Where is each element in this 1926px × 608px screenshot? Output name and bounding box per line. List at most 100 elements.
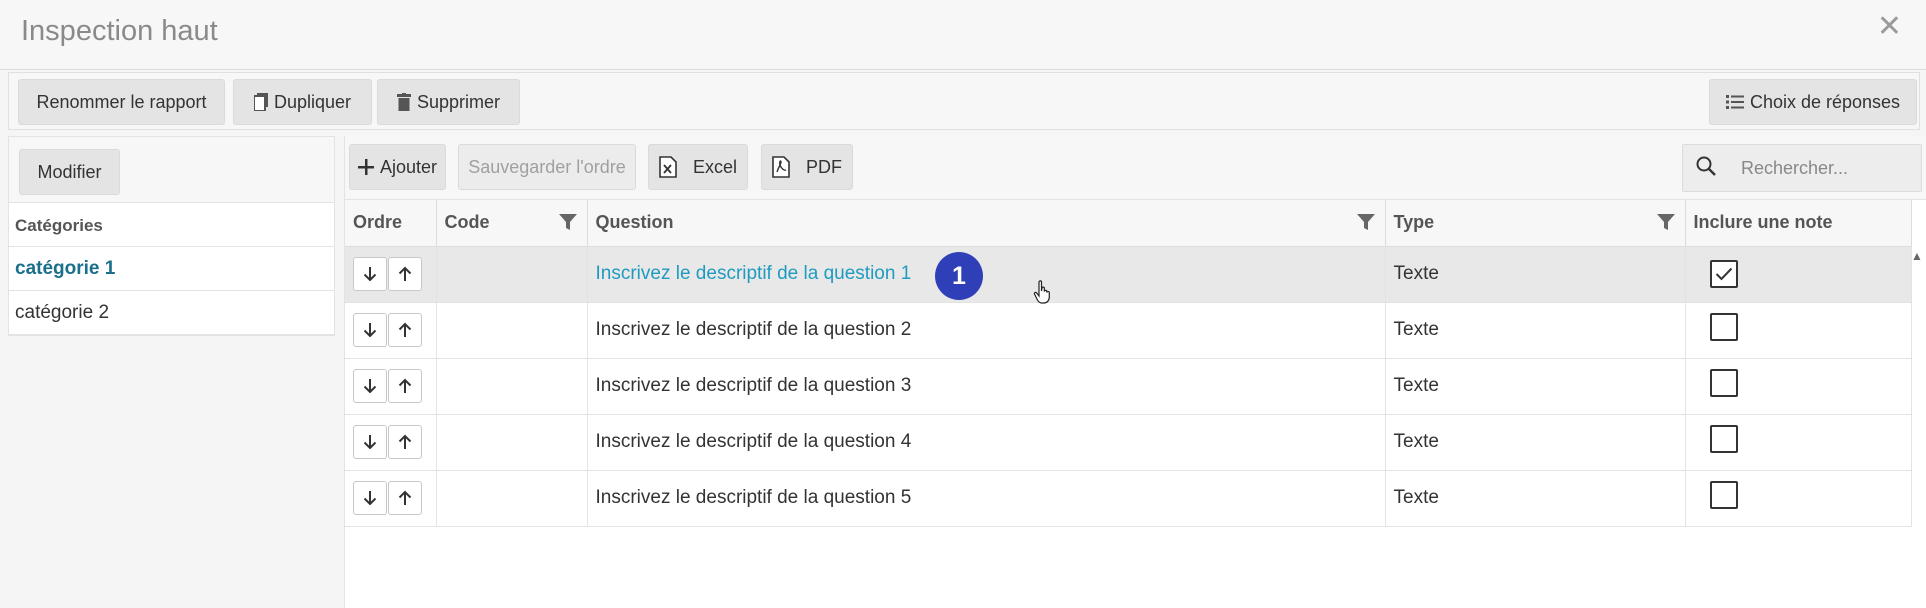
- table-row[interactable]: Inscrivez le descriptif de la question 4…: [345, 414, 1912, 471]
- add-button[interactable]: Ajouter: [349, 144, 446, 190]
- move-up-button[interactable]: [388, 425, 422, 459]
- delete-label: Supprimer: [416, 91, 501, 112]
- include-note-cell: [1685, 358, 1912, 415]
- modify-button[interactable]: Modifier: [19, 149, 120, 195]
- include-note-checkbox[interactable]: [1709, 481, 1738, 509]
- plus-icon: [357, 159, 374, 175]
- check-icon: [1715, 267, 1732, 281]
- table-row[interactable]: Inscrivez le descriptif de la question 5…: [345, 470, 1912, 527]
- order-cell: [345, 414, 437, 471]
- filter-icon[interactable]: [1656, 213, 1675, 236]
- arrow-down-icon: [363, 379, 377, 394]
- include-note-cell: [1685, 470, 1912, 527]
- close-icon[interactable]: ✕: [1877, 12, 1902, 42]
- dialog-title: Inspection haut: [21, 15, 218, 47]
- include-note-checkbox[interactable]: [1709, 425, 1738, 453]
- duplicate-button[interactable]: Dupliquer: [233, 79, 372, 125]
- order-cell: [345, 246, 437, 303]
- include-note-checkbox[interactable]: [1709, 260, 1738, 288]
- move-down-button[interactable]: [353, 425, 387, 459]
- pdf-label: PDF: [806, 156, 842, 177]
- category-item[interactable]: catégorie 2: [9, 291, 334, 335]
- table-row[interactable]: Inscrivez le descriptif de la question 1…: [345, 246, 1912, 303]
- filter-icon[interactable]: [558, 213, 577, 236]
- arrow-down-icon: [363, 491, 377, 506]
- search-input[interactable]: [1741, 157, 1911, 179]
- move-down-button[interactable]: [353, 481, 387, 515]
- search-icon: [1695, 155, 1717, 182]
- order-cell: [345, 302, 437, 359]
- order-cell: [345, 358, 437, 415]
- code-cell: [436, 470, 588, 527]
- move-down-button[interactable]: [353, 257, 387, 291]
- category-label: catégorie 1: [15, 258, 116, 279]
- column-header-code[interactable]: Code: [436, 200, 588, 247]
- include-note-checkbox[interactable]: [1709, 369, 1738, 397]
- column-header-order[interactable]: Ordre: [345, 200, 437, 247]
- question-cell[interactable]: Inscrivez le descriptif de la question 1: [587, 246, 1386, 303]
- move-up-button[interactable]: [388, 313, 422, 347]
- delete-button[interactable]: Supprimer: [377, 79, 520, 125]
- arrow-up-icon: [398, 266, 412, 281]
- category-label: catégorie 2: [15, 302, 110, 323]
- arrow-down-icon: [363, 323, 377, 338]
- type-cell: Texte: [1385, 302, 1686, 359]
- arrow-up-icon: [398, 490, 412, 505]
- question-cell[interactable]: Inscrivez le descriptif de la question 3: [587, 358, 1386, 415]
- search-box: [1682, 144, 1922, 192]
- code-cell: [436, 302, 588, 359]
- table-row[interactable]: Inscrivez le descriptif de la question 2…: [345, 302, 1912, 359]
- question-cell[interactable]: Inscrivez le descriptif de la question 5: [587, 470, 1386, 527]
- include-note-cell: [1685, 246, 1912, 303]
- pdf-button[interactable]: PDF: [761, 144, 853, 190]
- step-badge: 1: [935, 252, 983, 300]
- questions-panel: Ajouter Sauvegarder l'ordre Excel PDF Re…: [344, 136, 1926, 608]
- save-order-button[interactable]: Sauvegarder l'ordre: [458, 144, 636, 190]
- question-cell[interactable]: Inscrivez le descriptif de la question 2: [587, 302, 1386, 359]
- sidebar-toolbar: Modifier: [9, 137, 334, 203]
- dialog-title-bar: Inspection haut ✕: [0, 0, 1926, 70]
- excel-button[interactable]: Excel: [648, 144, 748, 190]
- filter-icon[interactable]: [1356, 213, 1375, 236]
- category-item[interactable]: catégorie 1: [9, 247, 334, 291]
- arrow-down-icon: [363, 435, 377, 450]
- code-cell: [436, 246, 588, 303]
- questions-table: Ordre Code Question Type Inclure une not…: [345, 200, 1912, 527]
- move-up-button[interactable]: [388, 481, 422, 515]
- rename-report-label: Renommer le rapport: [36, 91, 207, 112]
- table-row[interactable]: Inscrivez le descriptif de la question 3…: [345, 358, 1912, 415]
- column-header-include-note[interactable]: Inclure une note: [1685, 200, 1912, 247]
- category-sidebar: Modifier Catégories catégorie 1 catégori…: [8, 136, 335, 336]
- order-cell: [345, 470, 437, 527]
- column-header-question[interactable]: Question: [587, 200, 1386, 247]
- excel-file-icon: [659, 156, 677, 178]
- arrow-up-icon: [398, 434, 412, 449]
- report-toolbar: Renommer le rapport Dupliquer Supprimer …: [8, 72, 1920, 130]
- type-cell: Texte: [1385, 414, 1686, 471]
- duplicate-label: Dupliquer: [273, 91, 352, 112]
- copy-icon: [253, 93, 268, 111]
- move-down-button[interactable]: [353, 313, 387, 347]
- categories-header: Catégories: [9, 203, 334, 247]
- answer-choices-label: Choix de réponses: [1749, 91, 1901, 112]
- table-header-row: Ordre Code Question Type Inclure une not…: [345, 200, 1912, 247]
- include-note-cell: [1685, 302, 1912, 359]
- type-cell: Texte: [1385, 358, 1686, 415]
- scroll-up-arrow[interactable]: ▲: [1911, 249, 1923, 263]
- rename-report-button[interactable]: Renommer le rapport: [18, 79, 225, 125]
- include-note-cell: [1685, 414, 1912, 471]
- questions-toolbar: Ajouter Sauvegarder l'ordre Excel PDF: [345, 136, 1926, 200]
- answer-choices-button[interactable]: Choix de réponses: [1709, 79, 1917, 125]
- question-cell[interactable]: Inscrivez le descriptif de la question 4: [587, 414, 1386, 471]
- include-note-checkbox[interactable]: [1709, 313, 1738, 341]
- column-header-type[interactable]: Type: [1385, 200, 1686, 247]
- move-up-button[interactable]: [388, 369, 422, 403]
- hand-cursor-icon: [1033, 280, 1053, 309]
- arrow-up-icon: [398, 378, 412, 393]
- move-down-button[interactable]: [353, 369, 387, 403]
- modify-label: Modifier: [37, 161, 102, 182]
- list-icon: [1725, 94, 1744, 110]
- code-cell: [436, 414, 588, 471]
- type-cell: Texte: [1385, 470, 1686, 527]
- move-up-button[interactable]: [388, 257, 422, 291]
